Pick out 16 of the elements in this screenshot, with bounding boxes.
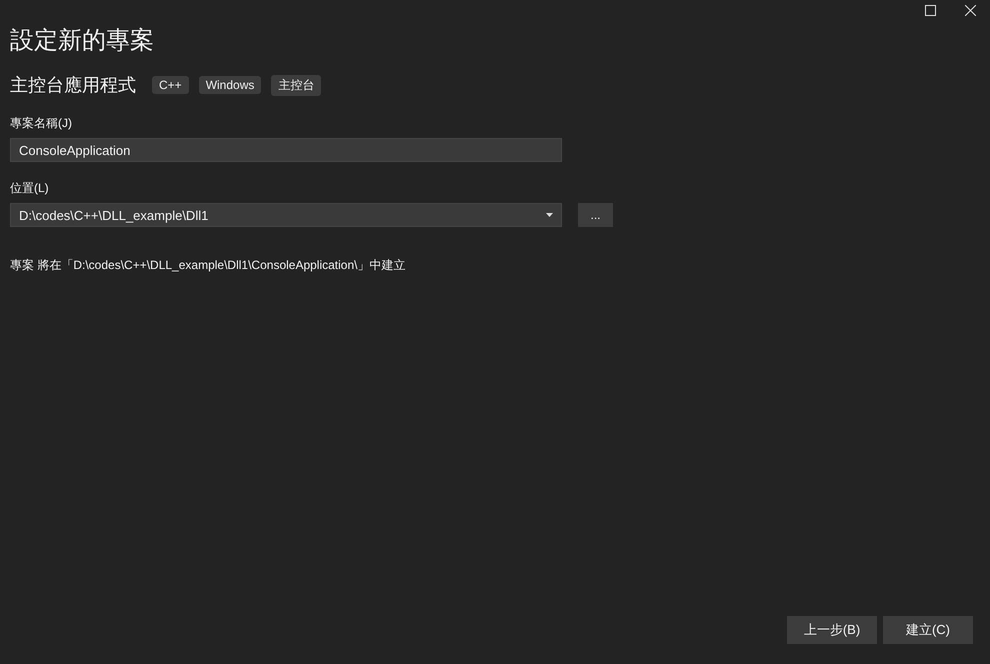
dropdown-caret-icon [546,213,553,217]
window-title: 設定新的專案 [10,26,155,56]
maximize-icon [924,4,936,16]
template-name: 主控台應用程式 [10,74,136,97]
browse-button[interactable]: ... [578,203,613,227]
back-button[interactable]: 上一步(B) [787,616,877,644]
field-label: 專案名稱(J) [10,115,73,132]
project-name-field[interactable]: ConsoleApplication [10,138,562,162]
path-note: 專案 將在「D:\codes\C++\DLL_example\Dll1\ConsoleApplication\」中建立 [10,257,406,274]
location-dropdown[interactable]: D:\codes\C++\DLL_example\Dll1 [10,203,562,227]
tag: C++ [152,76,189,94]
tag: 主控台 [271,74,322,96]
close-icon [964,4,976,16]
tag: Windows [198,76,262,94]
create-button[interactable]: 建立(C) [883,616,973,644]
field-label: 位置(L) [10,180,50,197]
